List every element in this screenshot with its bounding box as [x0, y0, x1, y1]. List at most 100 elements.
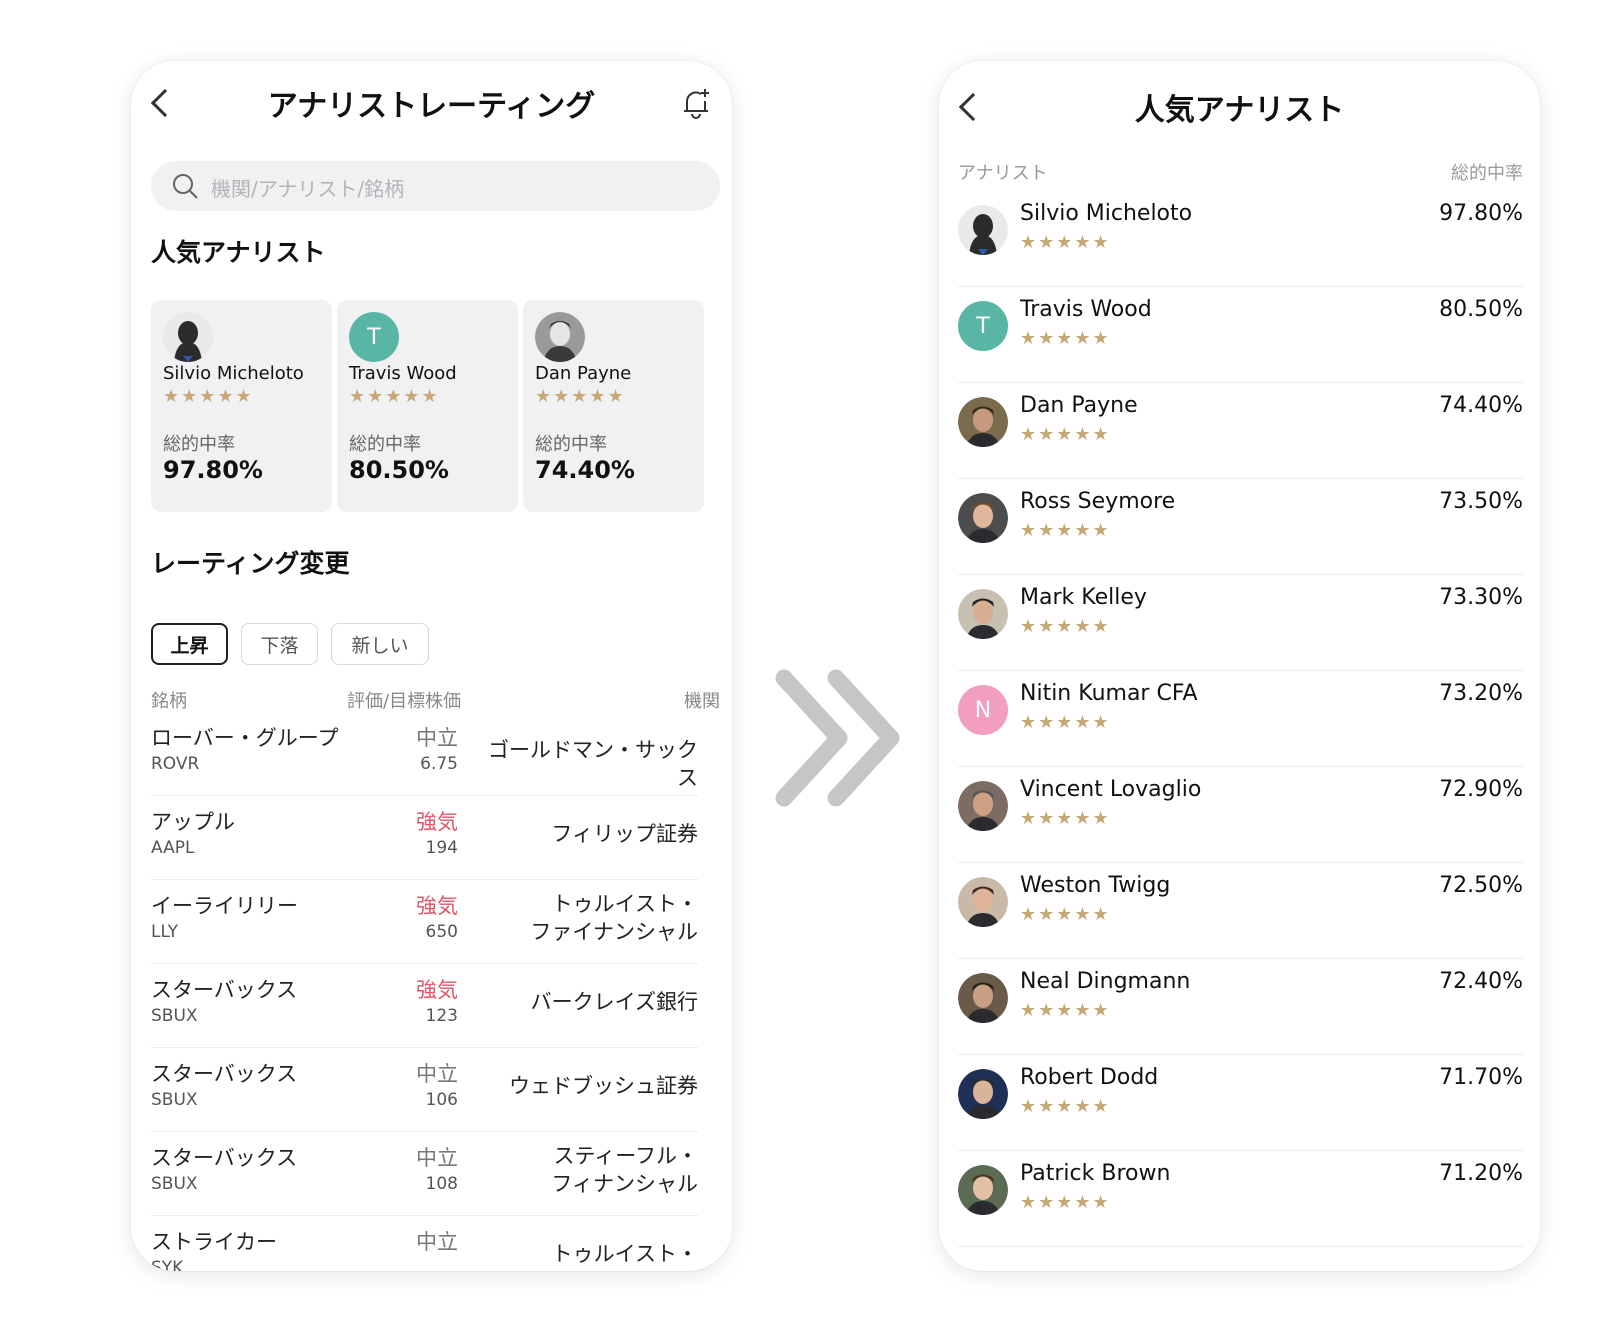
filter-down[interactable]: 下落	[241, 623, 318, 665]
analyst-row[interactable]: Ross Seymore ★★★★★ 73.50%	[958, 476, 1523, 575]
column-header-rating: 評価/目標株価	[347, 691, 462, 712]
analyst-name: Mark Kelley	[1020, 585, 1147, 610]
analyst-name: Silvio Micheloto	[1020, 201, 1193, 226]
avatar	[958, 493, 1008, 543]
institution-name: ゴールドマン・サックス	[488, 738, 698, 790]
search-placeholder: 機関/アナリスト/銘柄	[211, 177, 405, 201]
column-header-institution: 機関	[684, 691, 720, 712]
bell-add-icon[interactable]	[681, 87, 711, 119]
analyst-row[interactable]: Robert Dodd ★★★★★ 71.70%	[958, 1052, 1523, 1151]
star-rating: ★★★★★	[1020, 712, 1111, 733]
star-rating: ★★★★★	[1020, 1000, 1111, 1021]
accuracy-value: 97.80%	[163, 456, 263, 484]
analyst-name: Ross Seymore	[1020, 489, 1176, 514]
rating-changes-heading: レーティング変更	[151, 549, 350, 578]
star-rating: ★★★★★	[1020, 1192, 1111, 1213]
avatar	[958, 1069, 1008, 1119]
analyst-name: Vincent Lovaglio	[1020, 777, 1202, 802]
analyst-row[interactable]: Silvio Micheloto ★★★★★ 97.80%	[958, 188, 1523, 287]
avatar	[958, 877, 1008, 927]
avatar	[958, 589, 1008, 639]
accuracy-value: 74.40%	[1439, 393, 1523, 418]
accuracy-value: 72.90%	[1439, 777, 1523, 802]
analyst-row[interactable]: Mark Kelley ★★★★★ 73.30%	[958, 572, 1523, 671]
analyst-row[interactable]: Weston Twigg ★★★★★ 72.50%	[958, 860, 1523, 959]
filter-new[interactable]: 新しい	[331, 623, 429, 665]
stock-ticker: SBUX	[151, 1090, 198, 1110]
star-rating: ★★★★★	[1020, 808, 1111, 829]
analyst-name: Dan Payne	[1020, 393, 1138, 418]
analyst-row[interactable]: Neal Dingmann ★★★★★ 72.40%	[958, 956, 1523, 1055]
avatar: T	[958, 301, 1008, 351]
rating-label: 強気	[416, 978, 458, 1002]
avatar	[958, 205, 1008, 255]
accuracy-value: 71.70%	[1439, 1065, 1523, 1090]
rating-row[interactable]: スターバックス SBUX 中立 106 ウェドブッシュ証券	[151, 1048, 698, 1132]
target-price: 6.75	[420, 754, 458, 774]
stock-ticker: AAPL	[151, 838, 195, 858]
avatar	[958, 1165, 1008, 1215]
analyst-row[interactable]: Patrick Brown ★★★★★ 71.20%	[958, 1148, 1523, 1247]
avatar	[958, 973, 1008, 1023]
star-rating: ★★★★★	[535, 386, 626, 407]
analyst-name: Silvio Micheloto	[163, 363, 304, 384]
stock-ticker: SBUX	[151, 1174, 198, 1194]
star-rating: ★★★★★	[349, 386, 440, 407]
stock-name: スターバックス	[151, 1062, 298, 1086]
analyst-name: Nitin Kumar CFA	[1020, 681, 1198, 706]
institution-name: トゥルイスト・ ファイナンシャル	[530, 892, 698, 944]
column-header-stock: 銘柄	[151, 691, 187, 712]
rating-row[interactable]: スターバックス SBUX 強気 123 バークレイズ銀行	[151, 964, 698, 1048]
analyst-card[interactable]: Silvio Micheloto ★★★★★ 総的中率 97.80%	[151, 300, 332, 512]
accuracy-value: 73.30%	[1439, 585, 1523, 610]
analyst-name: Weston Twigg	[1020, 873, 1171, 898]
stock-name: ストライカー	[151, 1230, 277, 1254]
analyst-row[interactable]: Dan Payne ★★★★★ 74.40%	[958, 380, 1523, 479]
rating-label: 中立	[416, 1146, 458, 1170]
analyst-row[interactable]: T Travis Wood ★★★★★ 80.50%	[958, 284, 1523, 383]
search-input[interactable]: 機関/アナリスト/銘柄	[151, 161, 720, 211]
search-icon	[173, 174, 198, 199]
avatar	[958, 781, 1008, 831]
rating-row[interactable]: ローバー・グループ ROVR 中立 6.75 ゴールドマン・サックス	[151, 712, 698, 796]
analyst-name: Robert Dodd	[1020, 1065, 1159, 1090]
star-rating: ★★★★★	[1020, 232, 1111, 253]
stock-name: イーライリリー	[151, 894, 298, 918]
analyst-name: Travis Wood	[1020, 297, 1152, 322]
rating-row[interactable]: ストライカー SYK 中立 トゥルイスト・	[151, 1216, 698, 1271]
analyst-name: Dan Payne	[535, 363, 632, 384]
institution-name: トゥルイスト・	[551, 1242, 698, 1266]
institution-name: フィリップ証券	[551, 822, 698, 846]
analyst-card[interactable]: T Travis Wood ★★★★★ 総的中率 80.50%	[337, 300, 518, 512]
stock-ticker: SBUX	[151, 1006, 198, 1026]
star-rating: ★★★★★	[1020, 1096, 1111, 1117]
analyst-row[interactable]: Vincent Lovaglio ★★★★★ 72.90%	[958, 764, 1523, 863]
page-title: アナリストレーティング	[267, 89, 596, 124]
institution-name: ウェドブッシュ証券	[509, 1074, 698, 1098]
rating-row[interactable]: イーライリリー LLY 強気 650 トゥルイスト・ ファイナンシャル	[151, 880, 698, 964]
accuracy-value: 97.80%	[1439, 201, 1523, 226]
stock-name: アップル	[151, 810, 235, 834]
rating-row[interactable]: スターバックス SBUX 中立 108 スティーフル・ フィナンシャル	[151, 1132, 698, 1216]
analyst-row[interactable]: N Nitin Kumar CFA ★★★★★ 73.20%	[958, 668, 1523, 767]
analyst-rating-screen: アナリストレーティング 機関/アナリスト/銘柄 人気アナリスト Silvio M…	[131, 61, 732, 1271]
accuracy-value: 80.50%	[349, 456, 449, 484]
star-rating: ★★★★★	[1020, 904, 1111, 925]
rating-row[interactable]: アップル AAPL 強気 194 フィリップ証券	[151, 796, 698, 880]
stock-name: スターバックス	[151, 1146, 298, 1170]
accuracy-value: 72.50%	[1439, 873, 1523, 898]
star-rating: ★★★★★	[1020, 616, 1111, 637]
filter-up[interactable]: 上昇	[151, 623, 228, 665]
analyst-card[interactable]: Dan Payne ★★★★★ 総的中率 74.40%	[523, 300, 704, 512]
avatar: N	[958, 685, 1008, 735]
star-rating: ★★★★★	[163, 386, 254, 407]
rating-label: 中立	[416, 1230, 458, 1254]
stock-ticker: LLY	[151, 922, 179, 942]
stock-name: スターバックス	[151, 978, 298, 1002]
stock-name: ローバー・グループ	[151, 726, 339, 750]
popular-analysts-heading: 人気アナリスト	[151, 238, 326, 267]
popular-analysts-screen: 人気アナリスト アナリスト 総的中率 Silvio Micheloto ★★★★★…	[939, 61, 1540, 1271]
star-rating: ★★★★★	[1020, 328, 1111, 349]
accuracy-value: 74.40%	[535, 456, 635, 484]
rating-label: 強気	[416, 810, 458, 834]
